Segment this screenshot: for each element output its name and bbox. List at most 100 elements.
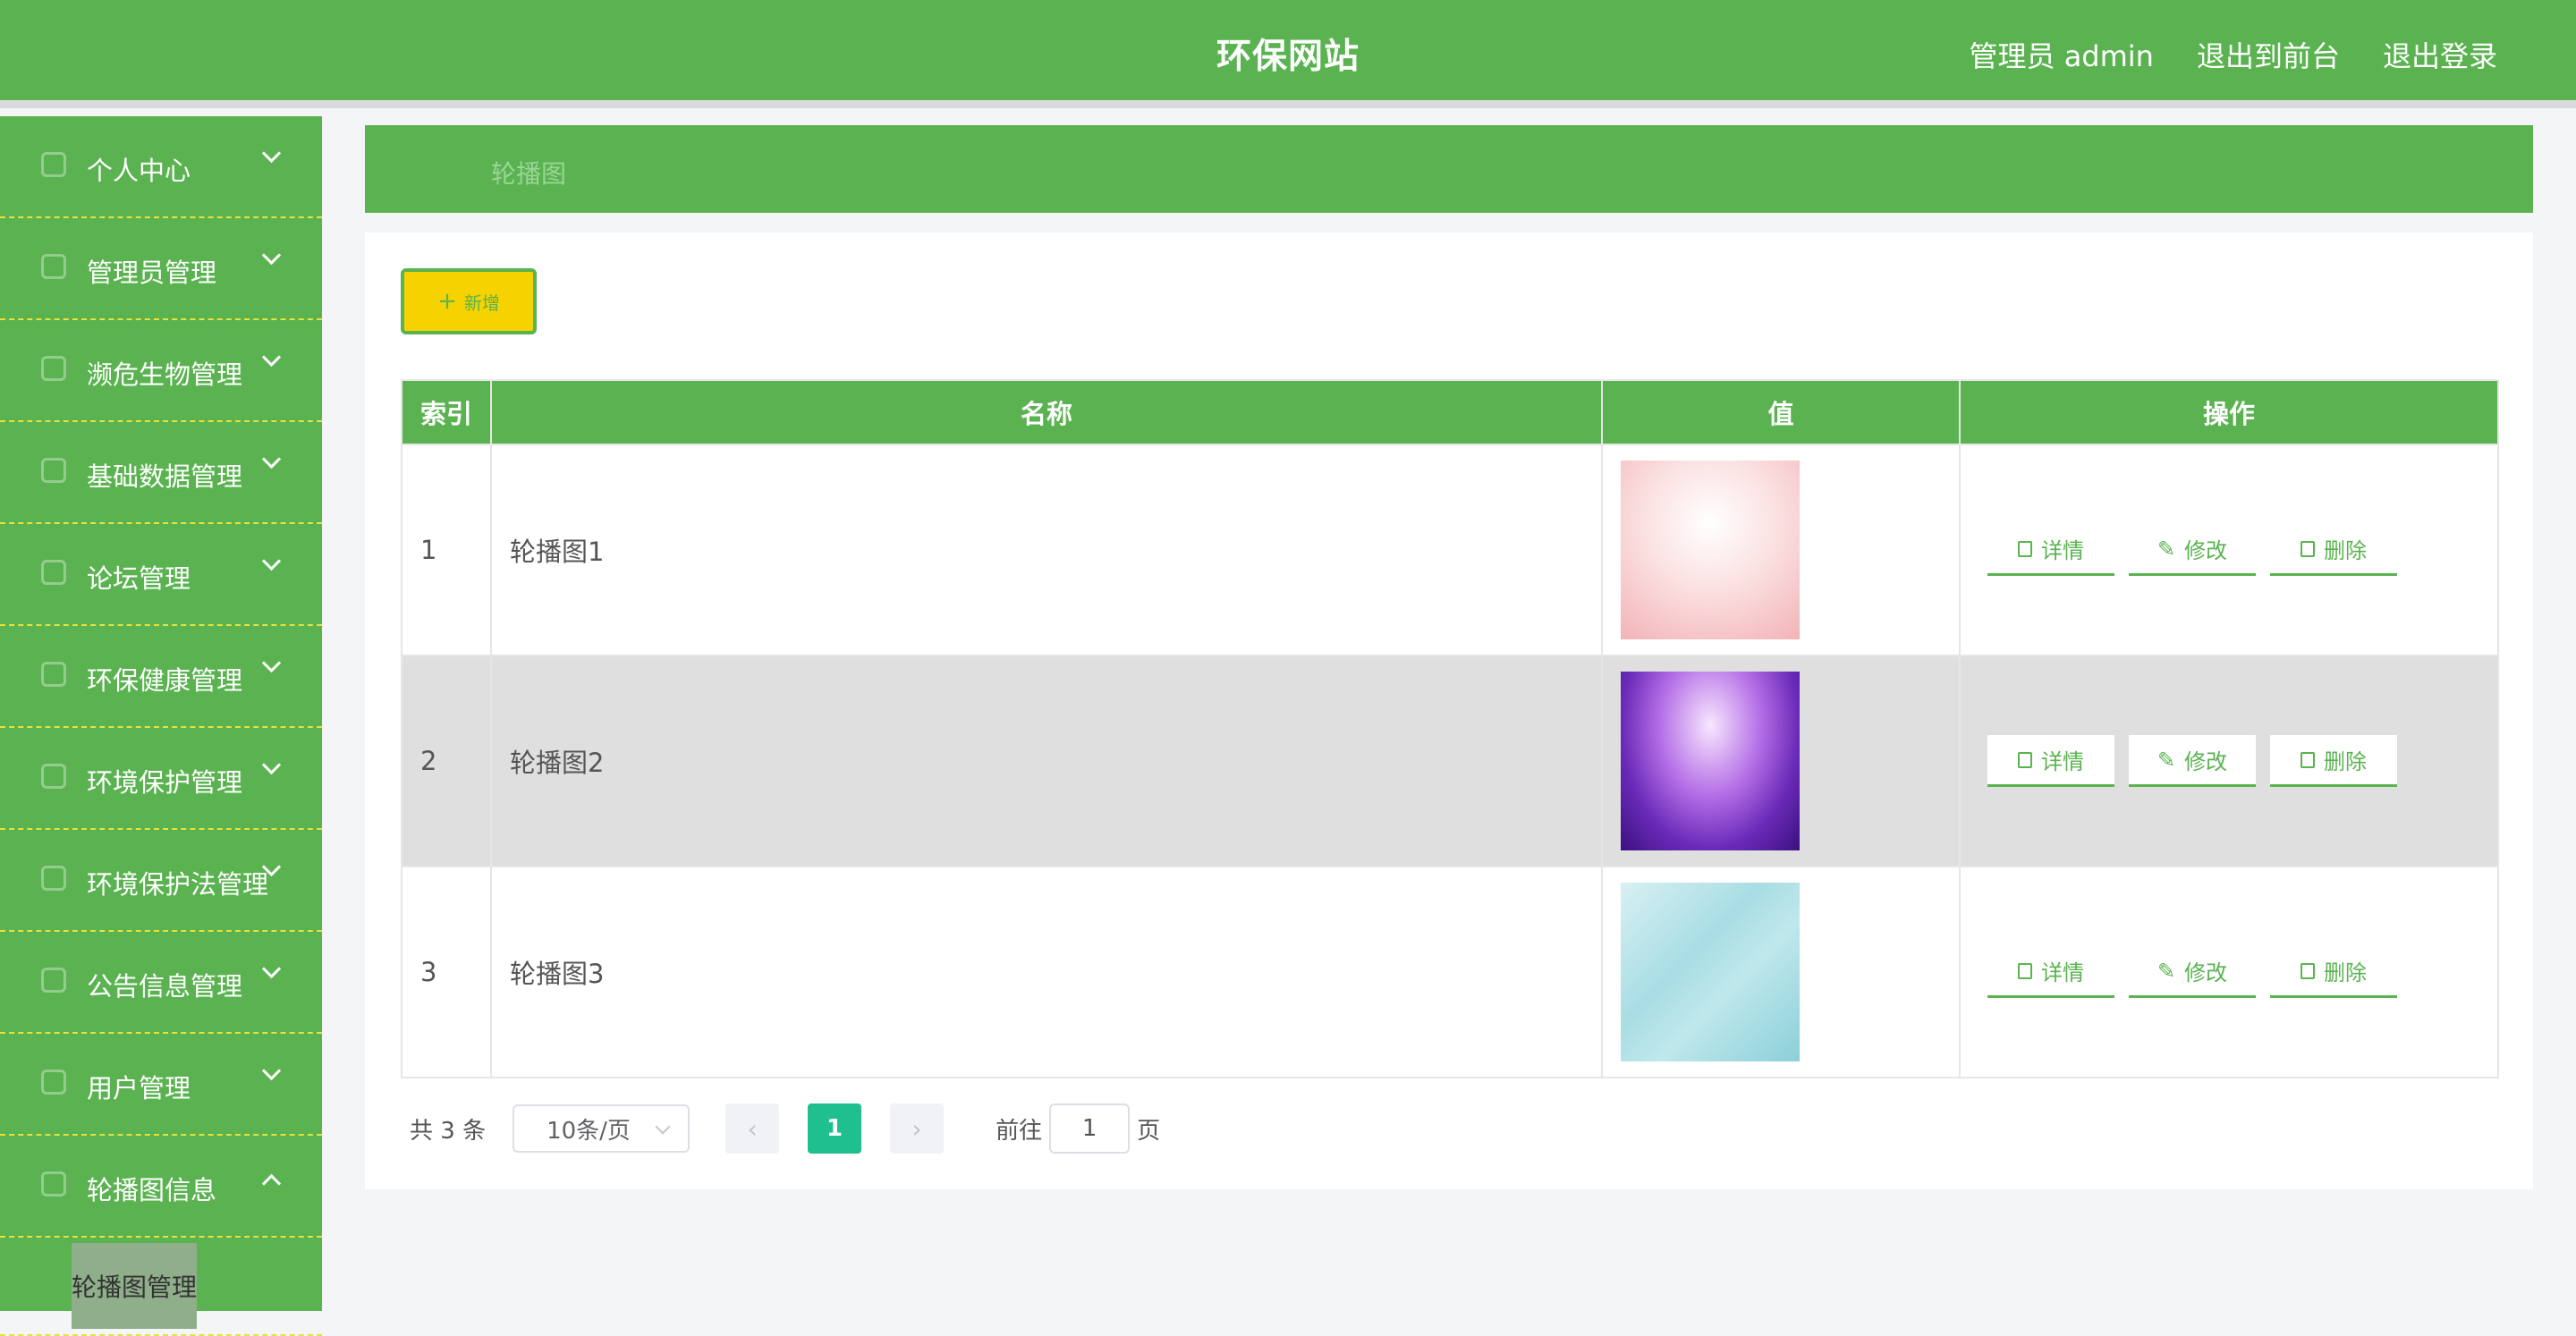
admin-icon [41,254,66,279]
goto-unit: 页 [1137,1117,1161,1145]
trash-icon [2301,751,2315,768]
page-size-value: 10条/页 [547,1117,631,1145]
sidebar-item-env-protection[interactable]: 环境保护管理 [0,728,322,830]
top-header: 环保网站 管理员 admin 退出到前台 退出登录 [0,0,2576,108]
carousel-thumbnail[interactable] [1621,461,1800,639]
row-value [1601,655,1961,867]
delete-button[interactable]: 删除 [2270,946,2397,998]
detail-button[interactable]: 详情 [1987,524,2114,576]
delete-button[interactable]: 删除 [2270,735,2397,787]
logout-link[interactable]: 退出登录 [2383,34,2497,75]
column-header-index[interactable]: 索引 [401,379,492,445]
detail-button[interactable]: 详情 [1987,946,2114,998]
pencil-icon: ✎ [2157,747,2176,773]
delete-label: 删除 [2324,538,2367,563]
add-button-label: 新增 [463,292,500,314]
pencil-icon: ✎ [2157,536,2176,562]
sidebar-item-label: 基础数据管理 [87,461,243,492]
prev-page-button[interactable]: ‹ [725,1103,780,1154]
document-icon [2018,751,2032,768]
sidebar-item-forum[interactable]: 论坛管理 [0,524,322,626]
sidebar-item-carousel-info[interactable]: 轮播图信息 [0,1136,322,1238]
edit-label: 修改 [2184,749,2228,774]
sidebar-submenu: 轮播图管理 [0,1238,322,1336]
sidebar-item-eco-health[interactable]: 环保健康管理 [0,626,322,728]
sidebar-item-label: 环境保护法管理 [87,869,269,900]
chevron-down-icon [261,347,282,368]
delete-button[interactable]: 删除 [2270,524,2397,576]
pencil-icon: ✎ [2157,958,2176,984]
exit-to-front-link[interactable]: 退出到前台 [2197,34,2340,75]
trash-icon [2301,962,2315,979]
breadcrumb-current: 轮播图 [491,159,567,189]
row-actions: 详情 ✎ 修改 删除 [1959,655,2499,867]
chevron-down-icon [261,755,282,775]
page-number-current[interactable]: 1 [808,1103,862,1154]
health-icon [41,662,66,687]
detail-button[interactable]: 详情 [1987,735,2114,787]
user-icon [41,152,66,177]
total-count: 共 3 条 [410,1117,487,1145]
chevron-down-icon [261,551,282,571]
carousel-thumbnail[interactable] [1621,672,1800,850]
table-row: 3 轮播图3 详情 ✎ 修改 删除 [401,866,2499,1078]
delete-label: 删除 [2324,960,2367,985]
sidebar-item-label: 环境保护管理 [87,767,243,798]
chevron-down-icon [261,959,282,979]
chevron-up-icon [261,1173,282,1194]
sidebar-item-label: 公告信息管理 [87,971,243,1002]
users-icon [41,1070,66,1095]
carousel-table: 索引 名称 值 操作 1 轮播图1 详情 ✎ 修改 删除 2 轮播图2 详情 ✎… [401,379,2499,1078]
carousel-thumbnail[interactable] [1621,883,1800,1061]
delete-label: 删除 [2324,749,2367,774]
edit-button[interactable]: ✎ 修改 [2129,735,2256,787]
sidebar-item-admin-management[interactable]: 管理员管理 [0,218,322,320]
row-index: 2 [401,655,492,867]
chevron-down-icon [261,1061,282,1081]
row-actions: 详情 ✎ 修改 删除 [1959,866,2499,1078]
row-actions: 详情 ✎ 修改 删除 [1959,444,2499,656]
announcement-icon [41,968,66,993]
chevron-down-icon [261,143,282,164]
detail-label: 详情 [2041,960,2084,985]
species-icon [41,356,66,381]
row-value [1601,866,1961,1078]
detail-label: 详情 [2041,538,2084,563]
sidebar-item-label: 个人中心 [87,156,191,186]
column-header-value[interactable]: 值 [1601,379,1961,445]
chevron-down-icon [261,449,282,469]
sidebar-item-basic-data[interactable]: 基础数据管理 [0,422,322,524]
edit-button[interactable]: ✎ 修改 [2129,946,2256,998]
main-panel: + 新增 索引 名称 值 操作 1 轮播图1 详情 ✎ 修改 删除 2 轮播图2… [365,233,2533,1189]
page-size-select[interactable]: 10条/页 [513,1104,691,1153]
sidebar: 个人中心 管理员管理 濒危生物管理 基础数据管理 论坛管理 环保健康管理 环境保… [0,116,322,1336]
edit-label: 修改 [2184,960,2228,985]
sidebar-item-endangered-species[interactable]: 濒危生物管理 [0,320,322,422]
add-button[interactable]: + 新增 [401,268,537,334]
sidebar-item-announcements[interactable]: 公告信息管理 [0,932,322,1034]
sidebar-item-users[interactable]: 用户管理 [0,1034,322,1136]
column-header-name[interactable]: 名称 [490,379,1603,445]
plus-icon: + [437,288,457,315]
row-value [1601,444,1961,656]
goto-page-input[interactable] [1049,1103,1131,1154]
sidebar-item-label: 濒危生物管理 [87,359,243,390]
sidebar-item-label: 轮播图信息 [87,1175,217,1205]
goto-label: 前往 [996,1117,1043,1145]
sidebar-item-env-law[interactable]: 环境保护法管理 [0,830,322,932]
forum-icon [41,560,66,585]
edit-button[interactable]: ✎ 修改 [2129,524,2256,576]
next-page-button[interactable]: › [890,1103,945,1154]
document-icon [2018,540,2032,557]
edit-label: 修改 [2184,538,2228,563]
detail-label: 详情 [2041,749,2084,774]
sidebar-item-label: 管理员管理 [87,258,217,288]
row-index: 1 [401,444,492,656]
sidebar-subitem-carousel-management[interactable]: 轮播图管理 [72,1243,197,1329]
carousel-icon [41,1171,66,1196]
row-name: 轮播图3 [490,866,1603,1078]
sidebar-item-label: 环保健康管理 [87,665,243,696]
table-row: 2 轮播图2 详情 ✎ 修改 删除 [401,655,2499,867]
sidebar-item-personal-center[interactable]: 个人中心 [0,116,322,218]
sidebar-item-label: 论坛管理 [87,563,191,594]
